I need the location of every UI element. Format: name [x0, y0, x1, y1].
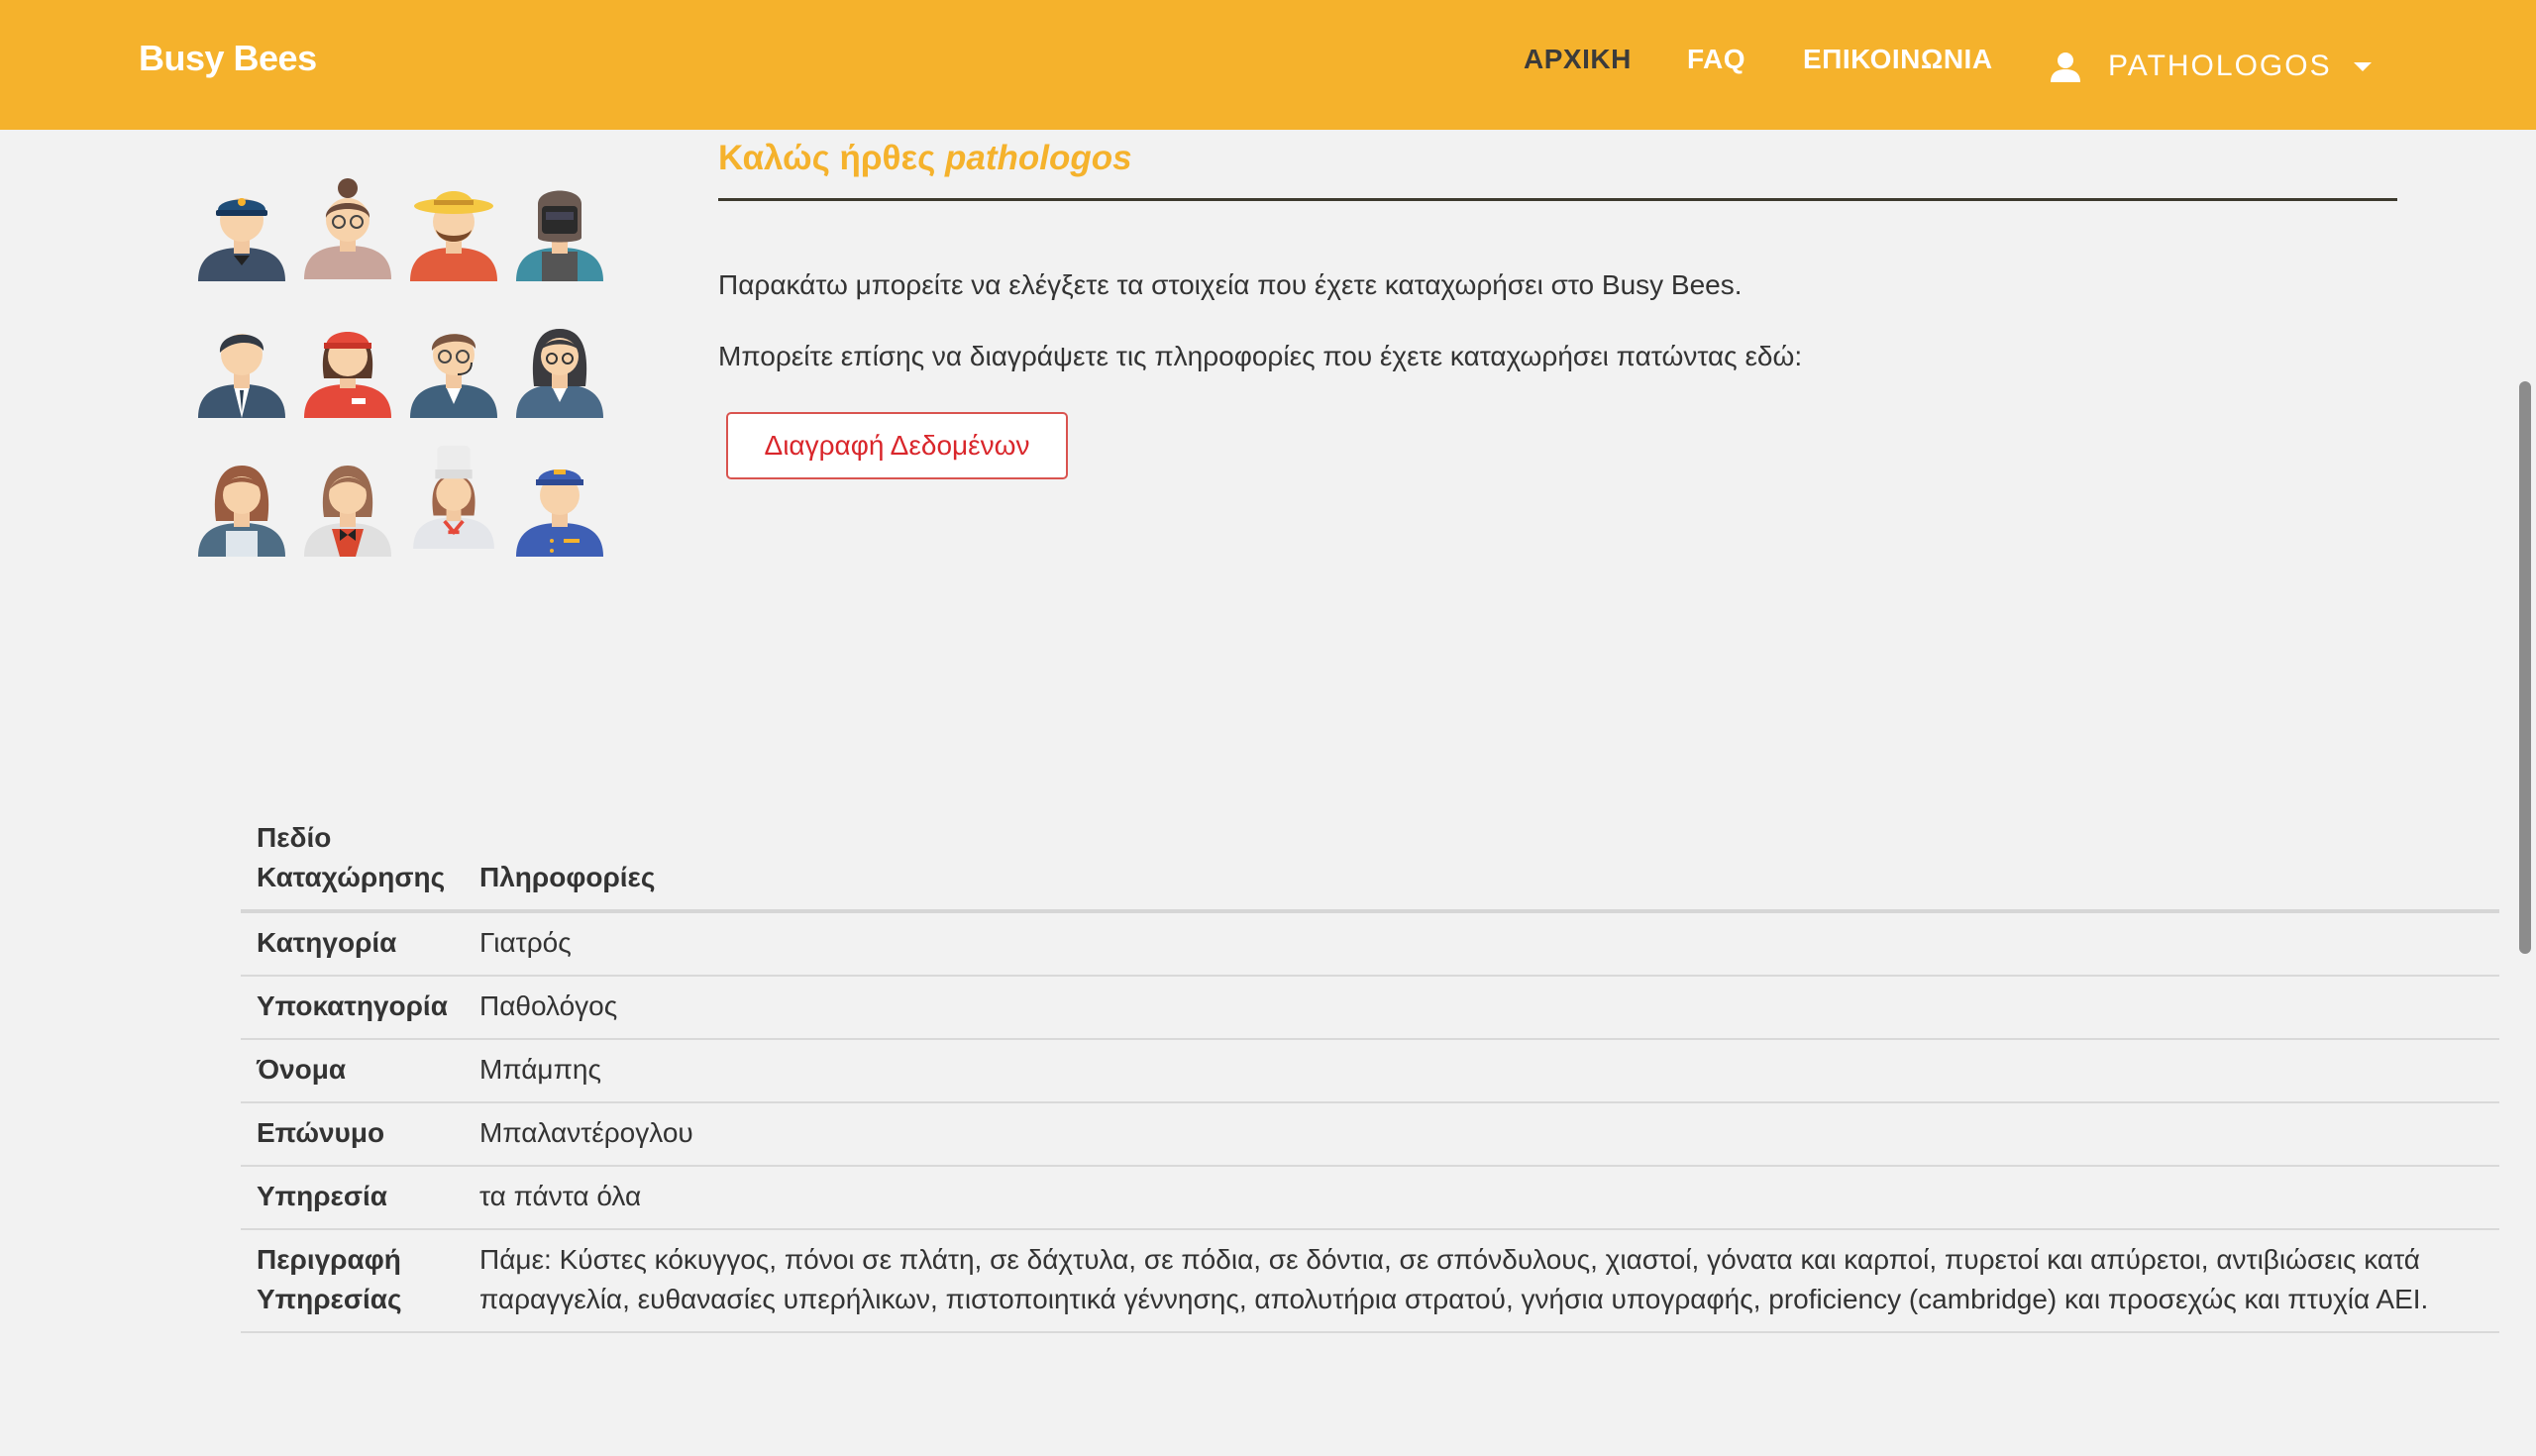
- waitress-bowtie-icon: [304, 466, 391, 557]
- welcome-heading: Καλώς ήρθες pathologos: [718, 139, 1132, 178]
- woman-glasses-icon: [304, 178, 391, 279]
- header-field: Πεδίο Καταχώρησης: [241, 808, 464, 913]
- man-suit-icon: [198, 334, 285, 418]
- row-value-first-name: Μπάμπης: [464, 1039, 2499, 1103]
- row-value-category: Γιατρός: [464, 911, 2499, 977]
- table-row: Επώνυμο Μπαλαντέρογλου: [241, 1102, 2499, 1167]
- delete-data-button[interactable]: Διαγραφή Δεδομένων: [726, 412, 1068, 479]
- row-field-category: Κατηγορία: [241, 911, 464, 977]
- user-data-table: Πεδίο Καταχώρησης Πληροφορίες Κατηγορία …: [241, 808, 2499, 1333]
- nav-link-faq[interactable]: FAQ: [1687, 44, 1745, 75]
- woman-cap-red-icon: [304, 332, 391, 418]
- row-field-service-description: Περιγραφή Υπηρεσίας: [241, 1229, 464, 1333]
- table-row: Υπηρεσία τα πάντα όλα: [241, 1166, 2499, 1230]
- header-info: Πληροφορίες: [464, 808, 2499, 913]
- row-field-last-name: Επώνυμο: [241, 1102, 464, 1167]
- table-header-row: Πεδίο Καταχώρησης Πληροφορίες: [241, 808, 2499, 913]
- row-value-subcategory: Παθολόγος: [464, 976, 2499, 1040]
- welcome-username: pathologos: [945, 139, 1132, 177]
- farmer-hat-icon: [410, 191, 497, 281]
- user-dropdown-toggle[interactable]: PATHOLOGOS: [2049, 42, 2372, 91]
- row-value-last-name: Μπαλαντέρογλου: [464, 1102, 2499, 1167]
- brand-logo-link[interactable]: Busy Bees: [139, 38, 317, 79]
- chevron-down-icon: [2353, 61, 2372, 71]
- intro-text-review: Παρακάτω μπορείτε να ελέγξετε τα στοιχεί…: [718, 269, 1743, 300]
- table-row: Υποκατηγορία Παθολόγος: [241, 976, 2499, 1040]
- table-row: Κατηγορία Γιατρός: [241, 911, 2499, 977]
- nav-link-contact[interactable]: ΕΠΙΚΟΙΝΩΝΙΑ: [1803, 44, 1993, 75]
- table-row: Όνομα Μπάμπης: [241, 1039, 2499, 1103]
- user-icon: [2051, 52, 2080, 82]
- worker-police-icon: [198, 198, 285, 281]
- intro-text-delete: Μπορείτε επίσης να διαγράψετε τις πληροφ…: [718, 341, 1803, 371]
- row-value-service: τα πάντα όλα: [464, 1166, 2499, 1230]
- woman-dark-hair-icon: [516, 329, 603, 418]
- table-row: Περιγραφή Υπηρεσίας Πάμε: Κύστες κόκυγγο…: [241, 1229, 2499, 1333]
- row-field-service: Υπηρεσία: [241, 1166, 464, 1230]
- row-field-subcategory: Υποκατηγορία: [241, 976, 464, 1040]
- man-headset-icon: [410, 334, 497, 418]
- user-name-label: PATHOLOGOS: [2108, 50, 2332, 82]
- profession-avatars-grid: [188, 176, 624, 572]
- nav-link-home[interactable]: ΑΡΧΙΚΗ: [1524, 44, 1632, 75]
- page-scrollbar-thumb[interactable]: [2519, 381, 2531, 954]
- heading-divider: [718, 198, 2397, 201]
- top-navbar: Busy Bees ΑΡΧΙΚΗ FAQ ΕΠΙΚΟΙΝΩΝΙΑ PATHOLO…: [0, 0, 2536, 130]
- woman-apron-icon: [198, 466, 285, 557]
- porter-blue-icon: [516, 469, 603, 557]
- welcome-prefix: Καλώς ήρθες: [718, 139, 946, 177]
- row-field-first-name: Όνομα: [241, 1039, 464, 1103]
- welder-mask-icon: [516, 190, 603, 281]
- row-value-service-description: Πάμε: Κύστες κόκυγγος, πόνοι σε πλάτη, σ…: [464, 1229, 2499, 1333]
- chef-woman-icon: [413, 445, 494, 549]
